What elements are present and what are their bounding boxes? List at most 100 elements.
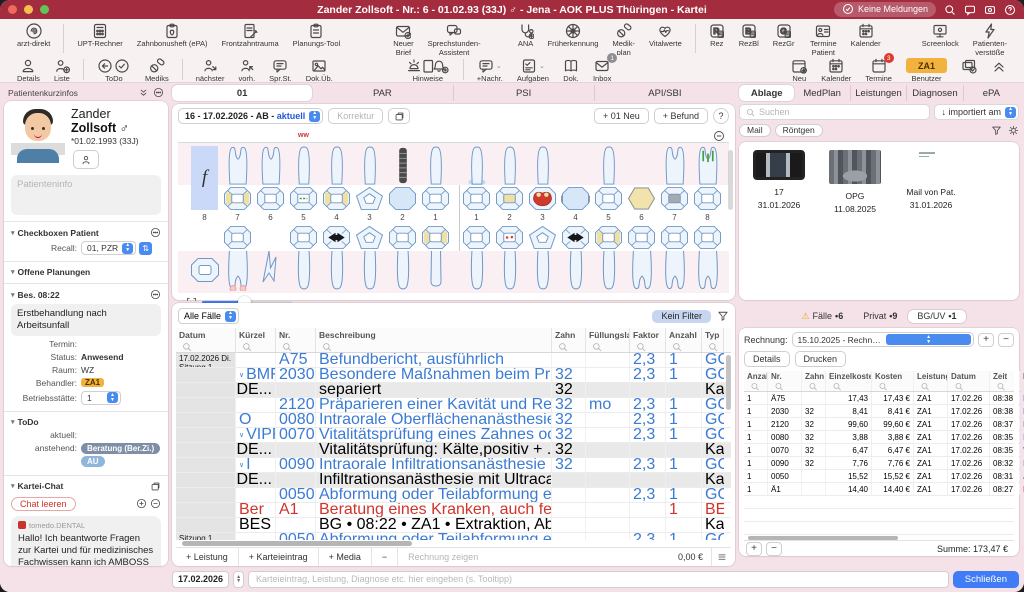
- service-row[interactable]: 2120 Präparieren einer Kavität und Resta…: [176, 398, 731, 413]
- tooth-6-upper-root[interactable]: [625, 143, 658, 185]
- tooth-1-lower-root[interactable]: [460, 251, 493, 293]
- patientenverstoesse-button[interactable]: Patienten- verstöße: [973, 22, 1007, 57]
- recall-select[interactable]: 01, PZR ▲▼: [81, 241, 136, 255]
- tooth-3-upper-root[interactable]: [526, 143, 559, 185]
- tooth-5-lower-root[interactable]: [592, 251, 625, 293]
- service-row[interactable]: ∨BMF 2030 Besondere Maßnahmen beim Präpa…: [176, 368, 731, 383]
- tooth-5-upper-root[interactable]: [592, 143, 625, 185]
- column-header-8[interactable]: Typ: [702, 328, 724, 352]
- recall-sync-button[interactable]: ⇅: [139, 242, 152, 255]
- show-invoice-button[interactable]: Rechnung zeigen: [398, 548, 488, 566]
- service-row[interactable]: ∨I 0090 Intraorale Infiltrationsanästhes…: [176, 458, 731, 473]
- filter-tag-mail[interactable]: Mail: [739, 124, 771, 137]
- tab-medplan[interactable]: MedPlan: [794, 85, 850, 101]
- zoom-window-button[interactable]: [40, 5, 49, 14]
- tooth-3-lower-root[interactable]: [353, 251, 386, 293]
- tooth-7-upper-crown[interactable]: [658, 186, 691, 211]
- minimize-window-button[interactable]: [24, 5, 33, 14]
- tooth-3-lower-crown[interactable]: [526, 225, 559, 250]
- list-view-button[interactable]: [711, 548, 731, 566]
- tooth-2-lower-root[interactable]: [386, 251, 419, 293]
- filter-tag-röntgen[interactable]: Röntgen: [775, 124, 823, 137]
- tooth-6-upper-crown[interactable]: [625, 186, 658, 211]
- ablage-item[interactable]: Mail von Pat.31.01.2026: [899, 150, 963, 212]
- tooth-8-lower-root[interactable]: [691, 251, 724, 293]
- column-header-6[interactable]: Faktor: [630, 328, 666, 352]
- column-header-0[interactable]: Datum: [176, 328, 236, 352]
- tooth-3-lower-crown[interactable]: [353, 225, 386, 250]
- invoice-tab-bg-uv[interactable]: BG/UV•1: [908, 310, 965, 323]
- section-kartei-chat[interactable]: ▾Kartei-Chat: [11, 481, 161, 492]
- tab-01[interactable]: 01: [172, 85, 312, 101]
- add-karteieintrag-button[interactable]: + Karteieintrag: [239, 548, 319, 566]
- patient-avatar[interactable]: [11, 107, 65, 163]
- patient-details-button[interactable]: [73, 150, 99, 169]
- ablage-item[interactable]: OPG11.08.2025: [823, 150, 887, 216]
- invoice-row[interactable]: 1 0090 32 7,76 7,76 € ZA1 17.02.26 08:32…: [744, 457, 1014, 470]
- add-leistung-button[interactable]: + Leistung: [176, 548, 239, 566]
- gear-icon[interactable]: [1008, 125, 1019, 136]
- tooth-1-upper-crown[interactable]: [460, 186, 493, 211]
- zoom-in-icon[interactable]: [136, 498, 147, 509]
- tooth-8-upper-root[interactable]: f: [188, 143, 221, 185]
- invoice-column-0[interactable]: Anzahl: [744, 371, 768, 391]
- benutzer-button[interactable]: ZA1 Benutzer: [906, 57, 947, 84]
- tooth-7-lower-crown[interactable]: [658, 225, 691, 250]
- todo-badge-beratung[interactable]: Beratung (Ber.Zi.): [81, 443, 160, 454]
- invoice-row[interactable]: 1 2030 32 8,41 8,41 € ZA1 17.02.26 08:38…: [744, 405, 1014, 418]
- section-todo[interactable]: ▾ToDo: [11, 417, 161, 427]
- invoice-row[interactable]: 1 Ä1 14,40 14,40 € ZA1 17.02.26 08:27 B: [744, 483, 1014, 496]
- tab-psi[interactable]: PSI: [454, 85, 595, 101]
- tooth-5-upper-root[interactable]: ww: [287, 143, 320, 185]
- invoice-column-1[interactable]: Nr.: [768, 371, 802, 391]
- behandler-badge[interactable]: ZA1: [81, 378, 104, 387]
- invoice-remove-row-button[interactable]: −: [766, 542, 782, 556]
- invoice-details-button[interactable]: Details: [744, 351, 790, 367]
- tooth-8-upper-root[interactable]: [691, 143, 724, 185]
- column-header-4[interactable]: Zahn: [552, 328, 586, 352]
- section-besuch[interactable]: ▾Bes. 08:22: [11, 289, 161, 300]
- tooth-1-upper-root[interactable]: [460, 143, 493, 185]
- ablage-search-input[interactable]: Suchen: [739, 104, 930, 120]
- tab-epa[interactable]: ePA: [964, 85, 1019, 101]
- frueherkennung-button[interactable]: Früherkennung: [548, 22, 599, 49]
- patient-info-field[interactable]: Patienteninfo: [11, 175, 161, 215]
- column-header-5[interactable]: Füllungsla: [586, 328, 630, 352]
- tooth-6-lower-root[interactable]: [625, 251, 658, 293]
- case-filter-select[interactable]: Alle Fälle ▲▼: [178, 308, 239, 324]
- liste-button[interactable]: Liste: [54, 57, 70, 84]
- add-media-button[interactable]: + Media: [319, 548, 372, 566]
- ablage-item[interactable]: 1731.01.2026: [747, 150, 811, 212]
- chat-clear-button[interactable]: Chat leeren: [11, 497, 76, 511]
- tooth-4-lower-crown[interactable]: [559, 225, 592, 250]
- details-button[interactable]: Details: [17, 57, 40, 84]
- tooth-4-upper-root[interactable]: [320, 143, 353, 185]
- services-scrollbar[interactable]: [726, 355, 731, 410]
- dok-button[interactable]: Dok.: [563, 57, 579, 84]
- planungs-tool-button[interactable]: Planungs-Tool: [293, 22, 341, 49]
- service-row[interactable]: 17.02.2026 Di. Sitzung 1 (BG/UV) Ä75 Bef…: [176, 353, 731, 368]
- new-01-button[interactable]: + 01 Neu: [594, 108, 649, 124]
- ana-button[interactable]: ANA: [518, 22, 534, 49]
- new-befund-button[interactable]: + Befund: [654, 108, 708, 124]
- help-icon[interactable]: [1004, 4, 1016, 16]
- zahnbonusheft-button[interactable]: Zahnbonusheft (ePA): [137, 22, 208, 49]
- tab-api-sbi[interactable]: API/SBI: [595, 85, 735, 101]
- tooth-2-upper-crown[interactable]: [493, 186, 526, 211]
- tooth-4-lower-crown[interactable]: [320, 225, 353, 250]
- column-header-2[interactable]: Nr.: [276, 328, 316, 352]
- frontzahntrauma-button[interactable]: Frontzahntrauma: [222, 22, 279, 49]
- chat-icon[interactable]: [964, 4, 976, 16]
- sort-select[interactable]: ↓ importiert am ▲▼: [934, 104, 1019, 120]
- invoice-column-3[interactable]: Einzelkosten: [826, 371, 872, 391]
- chart-scrollbar[interactable]: [728, 150, 733, 210]
- tooth-5-upper-crown[interactable]: [592, 186, 625, 211]
- more-options-icon[interactable]: [150, 289, 161, 300]
- tooth-1-lower-crown[interactable]: [460, 225, 493, 250]
- betriebsstaette-select[interactable]: 1 ▲▼: [81, 391, 121, 405]
- zoom-out-icon[interactable]: [150, 498, 161, 509]
- column-header-1[interactable]: Kürzel: [236, 328, 276, 352]
- invoice-column-8[interactable]: B: [1020, 371, 1024, 391]
- add-invoice-button[interactable]: +: [978, 333, 994, 347]
- tooth-8-lower-crown[interactable]: [691, 225, 724, 250]
